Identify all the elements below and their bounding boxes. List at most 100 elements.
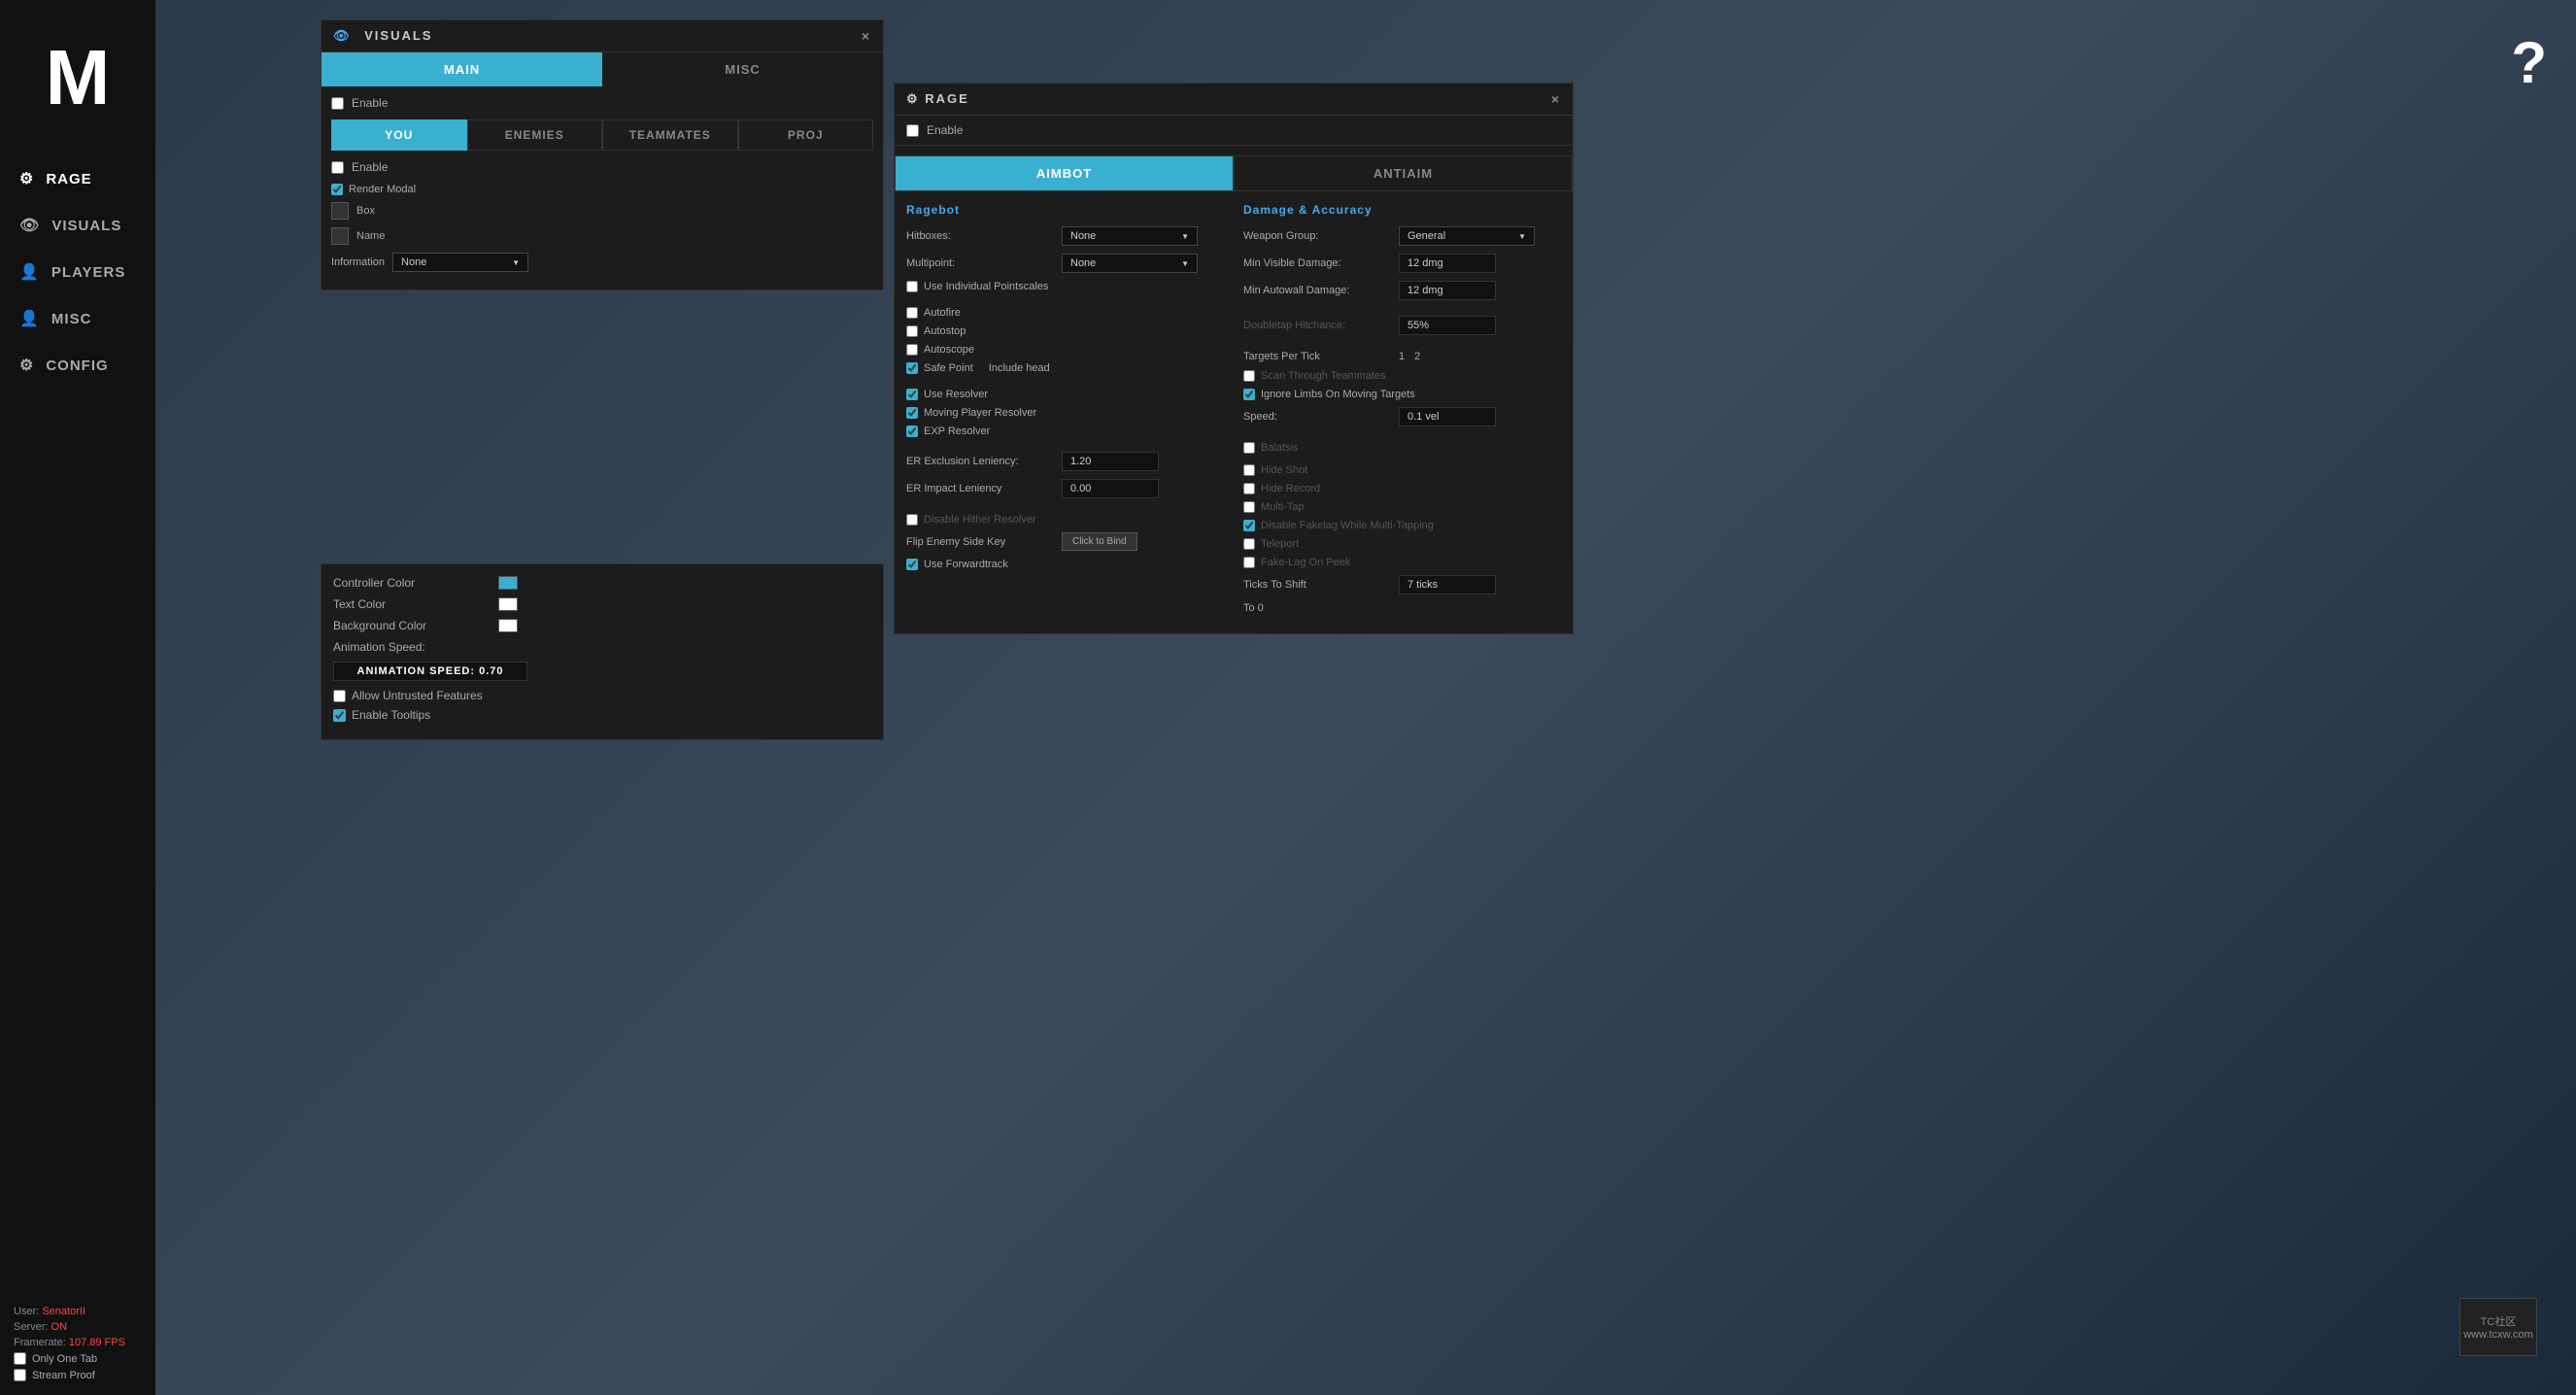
doubletap-hitchance-value[interactable]: 55% [1399,316,1496,335]
targets-per-tick-v1: 1 [1399,351,1405,362]
flip-enemy-side-button[interactable]: Click to Bind [1062,532,1137,551]
subtab-teammates[interactable]: TEAMMATES [602,119,738,151]
scan-through-teammates-checkbox[interactable] [1243,370,1255,382]
sidebar-label-rage: RAGE [46,171,91,187]
controller-color-label: Controller Color [333,576,489,590]
inner-enable-checkbox[interactable] [331,161,344,174]
autoscope-label: Autoscope [924,344,974,356]
use-individual-pointscales-checkbox[interactable] [906,281,918,292]
er-impact-row: ER Impact Leniency 0.00 [906,479,1224,498]
subtab-enemies[interactable]: ENEMIES [467,119,603,151]
rage-enable-label: Enable [927,123,963,137]
hide-record-checkbox[interactable] [1243,483,1255,494]
speed-value[interactable]: 0.1 vel [1399,407,1496,426]
to-0-label: To 0 [1243,602,1264,614]
render-modal-label: Render Modal [349,184,416,195]
enable-tooltips-row: Enable Tooltips [333,708,871,722]
config-icon: ⚙ [19,356,34,375]
hitboxes-dropdown[interactable]: None [1062,226,1198,246]
players-icon: 👤 [19,262,40,282]
sidebar-item-rage[interactable]: ⚙ RAGE [0,155,155,202]
information-label: Information [331,256,385,268]
er-exclusion-value[interactable]: 1.20 [1062,452,1159,471]
moving-player-resolver-label: Moving Player Resolver [924,407,1036,419]
autostop-checkbox[interactable] [906,325,918,337]
sidebar-item-misc[interactable]: 👤 MISC [0,295,155,342]
multipoint-row: Multipoint: None [906,254,1224,273]
multipoint-dropdown[interactable]: None [1062,254,1198,273]
rage-dialog-header: ⚙ RAGE × [895,84,1573,116]
tab-antiaim[interactable]: ANTIAIM [1234,155,1573,191]
box-label: Box [356,205,375,217]
hitboxes-label: Hitboxes: [906,230,1062,242]
multi-tap-label: Multi-Tap [1261,501,1305,513]
min-autowall-damage-value[interactable]: 12 dmg [1399,281,1496,300]
rage-dialog: ⚙ RAGE × Enable AIMBOT ANTIAIM Ragebot H… [894,83,1574,634]
visuals-eye-icon: 👁 [333,28,352,43]
misc-icon: 👤 [19,309,40,328]
rage-enable-checkbox[interactable] [906,124,919,137]
min-visible-damage-row: Min Visible Damage: 12 dmg [1243,254,1561,273]
min-visible-damage-label: Min Visible Damage: [1243,257,1399,269]
only-one-tab-checkbox[interactable] [14,1352,26,1365]
er-exclusion-label: ER Exclusion Leniency: [906,456,1062,467]
sidebar-item-players[interactable]: 👤 PLAYERS [0,249,155,295]
use-resolver-checkbox[interactable] [906,389,918,400]
moving-player-resolver-row: Moving Player Resolver [906,407,1224,419]
use-forwardtrack-row: Use Forwardtrack [906,559,1224,570]
use-forwardtrack-checkbox[interactable] [906,559,918,570]
flip-enemy-side-label: Flip Enemy Side Key [906,536,1062,548]
multi-tap-checkbox[interactable] [1243,501,1255,513]
multi-tap-row: Multi-Tap [1243,501,1561,513]
tab-main[interactable]: MAIN [322,52,602,86]
autoscope-checkbox[interactable] [906,344,918,356]
autofire-checkbox[interactable] [906,307,918,319]
disable-hither-checkbox[interactable] [906,514,918,526]
rage-tabs: AIMBOT ANTIAIM [895,155,1573,191]
controller-color-swatch[interactable] [498,576,518,590]
tab-misc[interactable]: MISC [602,52,883,86]
sidebar-item-visuals[interactable]: 👁 VISUALS [0,202,155,249]
balatsis-checkbox[interactable] [1243,442,1255,454]
use-individual-pointscales-label: Use Individual Pointscales [924,281,1048,292]
targets-per-tick-v2: 2 [1414,351,1420,362]
rage-enable-row: Enable [895,116,1573,146]
allow-untrusted-checkbox[interactable] [333,690,346,702]
visuals-enable-checkbox[interactable] [331,97,344,110]
visuals-sub-tabs: YOU ENEMIES TEAMMATES PROJ [331,119,873,151]
help-icon[interactable]: ? [2511,29,2547,96]
animation-speed-slider[interactable]: ANIMATION SPEED: 0.70 [333,662,527,681]
tab-aimbot[interactable]: AIMBOT [895,155,1234,191]
visuals-close-button[interactable]: × [862,28,871,44]
stream-proof-checkbox[interactable] [14,1369,26,1381]
ticks-to-shift-value[interactable]: 7 ticks [1399,575,1496,595]
render-modal-checkbox[interactable] [331,184,343,195]
subtab-you[interactable]: YOU [331,119,467,151]
ignore-limbs-checkbox[interactable] [1243,389,1255,400]
text-color-swatch[interactable] [498,597,518,611]
hide-shot-checkbox[interactable] [1243,464,1255,476]
information-dropdown[interactable]: None [392,253,528,272]
min-visible-damage-value[interactable]: 12 dmg [1399,254,1496,273]
fake-lag-on-peek-checkbox[interactable] [1243,557,1255,568]
teleport-checkbox[interactable] [1243,538,1255,550]
disable-fakelag-checkbox[interactable] [1243,520,1255,531]
moving-player-resolver-checkbox[interactable] [906,407,918,419]
er-impact-value[interactable]: 0.00 [1062,479,1159,498]
name-label: Name [356,230,385,242]
box-row: Box [331,202,873,220]
rage-close-button[interactable]: × [1551,91,1561,107]
scan-through-teammates-row: Scan Through Teammates [1243,370,1561,382]
weapon-group-dropdown[interactable]: General [1399,226,1535,246]
ignore-limbs-row: Ignore Limbs On Moving Targets [1243,389,1561,400]
sidebar-item-config[interactable]: ⚙ CONFIG [0,342,155,389]
to-0-row: To 0 [1243,602,1561,614]
enable-tooltips-checkbox[interactable] [333,709,346,722]
background-color-swatch[interactable] [498,619,518,632]
name-color-swatch [331,227,349,245]
box-color-swatch [331,202,349,220]
exp-resolver-checkbox[interactable] [906,425,918,437]
subtab-proj[interactable]: PROJ [738,119,874,151]
ticks-to-shift-label: Ticks To Shift [1243,579,1399,591]
safe-point-checkbox[interactable] [906,362,918,374]
